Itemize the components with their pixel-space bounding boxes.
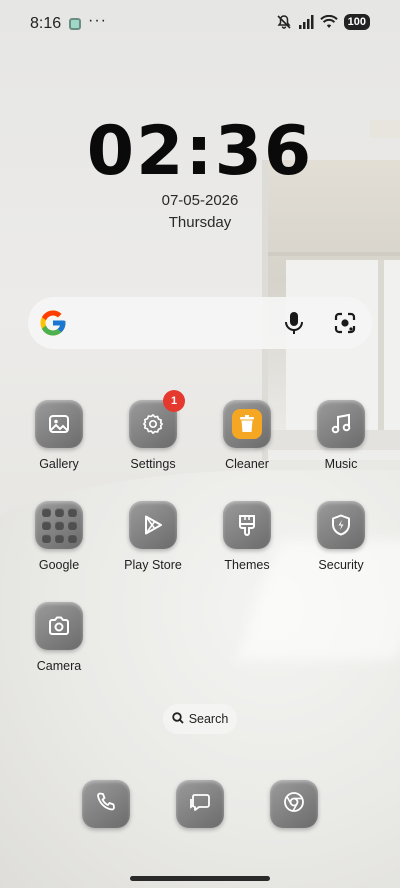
status-bar: 8:16 ··· 100 — [0, 0, 400, 50]
app-security[interactable]: Security — [294, 501, 388, 572]
app-cleaner[interactable]: Cleaner — [200, 400, 294, 471]
mute-icon — [276, 14, 292, 30]
app-themes[interactable]: Themes — [200, 501, 294, 572]
app-label: Play Store — [124, 558, 182, 572]
app-music[interactable]: Music — [294, 400, 388, 471]
camera-icon — [35, 602, 83, 650]
app-label: Gallery — [39, 457, 79, 471]
battery-icon: 100 — [343, 14, 370, 30]
app-settings[interactable]: 1 Settings — [106, 390, 200, 471]
status-time: 8:16 — [30, 15, 62, 32]
notification-badge: 1 — [163, 390, 185, 412]
clock-time[interactable]: 02:36 — [0, 112, 400, 191]
dock-chrome[interactable] — [270, 780, 318, 828]
google-logo-icon — [38, 308, 68, 343]
microphone-icon[interactable] — [283, 311, 305, 340]
google-lens-icon[interactable] — [333, 311, 357, 340]
chrome-icon — [283, 791, 305, 818]
app-label: Settings — [130, 457, 176, 471]
app-label: Security — [318, 558, 364, 572]
gear-icon: 1 — [129, 390, 185, 448]
dock-phone[interactable] — [82, 780, 130, 828]
app-play-store[interactable]: Play Store — [106, 501, 200, 572]
wifi-icon — [319, 15, 338, 29]
signal-icon — [298, 15, 314, 29]
app-camera[interactable]: Camera — [12, 602, 106, 673]
app-label: Camera — [36, 659, 82, 673]
app-google-folder[interactable]: Google — [12, 501, 106, 572]
clock-day: Thursday — [168, 214, 232, 231]
play-store-icon — [129, 501, 177, 549]
shield-icon — [317, 501, 365, 549]
search-label: Search — [188, 712, 229, 726]
home-indicator[interactable] — [130, 876, 270, 881]
gallery-icon — [35, 400, 83, 448]
messages-icon — [189, 791, 211, 818]
app-label: Cleaner — [225, 457, 269, 471]
app-label: Themes — [224, 558, 270, 572]
dock-messages[interactable] — [176, 780, 224, 828]
google-folder-icon — [35, 501, 83, 549]
trash-icon — [223, 400, 271, 448]
clock-date: 07-05-2026 — [161, 192, 239, 209]
notification-icon — [69, 18, 81, 30]
app-label: Music — [324, 457, 358, 471]
app-search-button[interactable]: Search — [163, 704, 237, 734]
google-search-bar[interactable] — [28, 297, 372, 349]
app-label: Google — [38, 558, 80, 572]
search-icon — [171, 711, 184, 727]
app-gallery[interactable]: Gallery — [12, 400, 106, 471]
phone-icon — [95, 791, 117, 818]
more-notifications-icon: ··· — [88, 12, 107, 29]
paintbrush-icon — [223, 501, 271, 549]
music-note-icon — [317, 400, 365, 448]
